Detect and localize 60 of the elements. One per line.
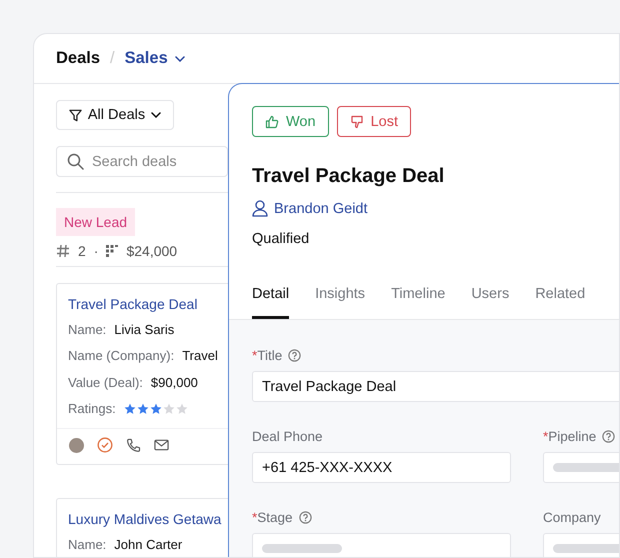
mail-icon[interactable]	[154, 439, 169, 451]
deal-card[interactable]: Travel Package Deal Name: Livia Saris Name (Company): Travel Value (Deal): $90,000 Ratings:	[56, 283, 228, 465]
field-label: *Title	[252, 348, 282, 362]
stage-total: $24,000	[126, 243, 178, 259]
won-button[interactable]: Won	[252, 106, 329, 137]
field-label: Name:	[68, 322, 106, 337]
field-value: John Carter	[114, 536, 182, 552]
deal-title-link[interactable]: Luxury Maldives Getawa	[68, 511, 222, 527]
chevron-down-icon	[151, 112, 162, 118]
help-icon[interactable]	[602, 430, 616, 442]
deal-title-link[interactable]: Travel Package Deal	[68, 296, 198, 312]
breadcrumb-separator: /	[110, 49, 115, 68]
search-field[interactable]: Search deals	[56, 146, 228, 177]
tab[interactable]: Insights	[315, 286, 366, 319]
hash-icon	[56, 244, 70, 258]
deal-title: Travel Package Deal	[252, 164, 446, 188]
search-icon	[67, 153, 84, 170]
phone-icon[interactable]	[126, 438, 141, 452]
field-label: Deal Phone	[252, 428, 323, 444]
field-label: *Stage	[252, 510, 293, 524]
filter-icon	[68, 108, 82, 122]
help-icon[interactable]	[298, 510, 312, 524]
field-label: Ratings:	[68, 401, 116, 416]
field-label: Company	[543, 510, 601, 524]
pipeline-dropdown[interactable]: Sales	[124, 49, 185, 68]
stage-tag: New Lead	[56, 208, 136, 236]
breadcrumb-root[interactable]: Deals	[56, 49, 100, 68]
help-icon[interactable]	[288, 348, 302, 362]
chevron-down-icon	[174, 56, 185, 62]
field-value: Livia Saris	[114, 322, 174, 337]
deal-count: 2	[78, 243, 86, 259]
tab[interactable]: Users	[471, 286, 510, 319]
field-value: Travel	[182, 348, 218, 364]
thumbs-down-icon	[350, 114, 364, 128]
star-icon	[124, 402, 136, 415]
field-value: $90,000	[150, 374, 198, 390]
thumbs-up-icon	[265, 114, 279, 128]
input-field[interactable]: Travel Package Deal	[252, 371, 619, 402]
filter-dropdown[interactable]: All Deals	[56, 100, 174, 130]
deal-card[interactable]: Luxury Maldives Getawa Name: John Carter	[56, 498, 228, 557]
field-label: *Pipeline	[543, 428, 596, 444]
tab[interactable]: Related	[535, 286, 586, 319]
input-field[interactable]: +61 425-XXX-XXXX	[252, 452, 511, 483]
grid-icon	[106, 245, 118, 257]
field-label: Name (Company):	[68, 348, 174, 364]
star-icon	[176, 402, 188, 415]
star-icon	[150, 402, 162, 415]
deal-status: Qualified	[252, 231, 310, 247]
owner-link[interactable]: Brandon Geidt	[274, 200, 368, 216]
lost-button[interactable]: Lost	[336, 106, 411, 137]
star-icon	[136, 402, 149, 415]
tab[interactable]: Timeline	[391, 286, 446, 319]
input-field[interactable]	[252, 533, 511, 557]
field-label: Name:	[68, 536, 106, 552]
field-label: Value (Deal):	[68, 374, 143, 390]
star-icon	[162, 402, 175, 415]
avatar-icon[interactable]	[69, 438, 84, 452]
check-circle-icon[interactable]	[97, 437, 113, 453]
separator-dot: ·	[94, 243, 98, 259]
user-icon	[252, 200, 268, 217]
